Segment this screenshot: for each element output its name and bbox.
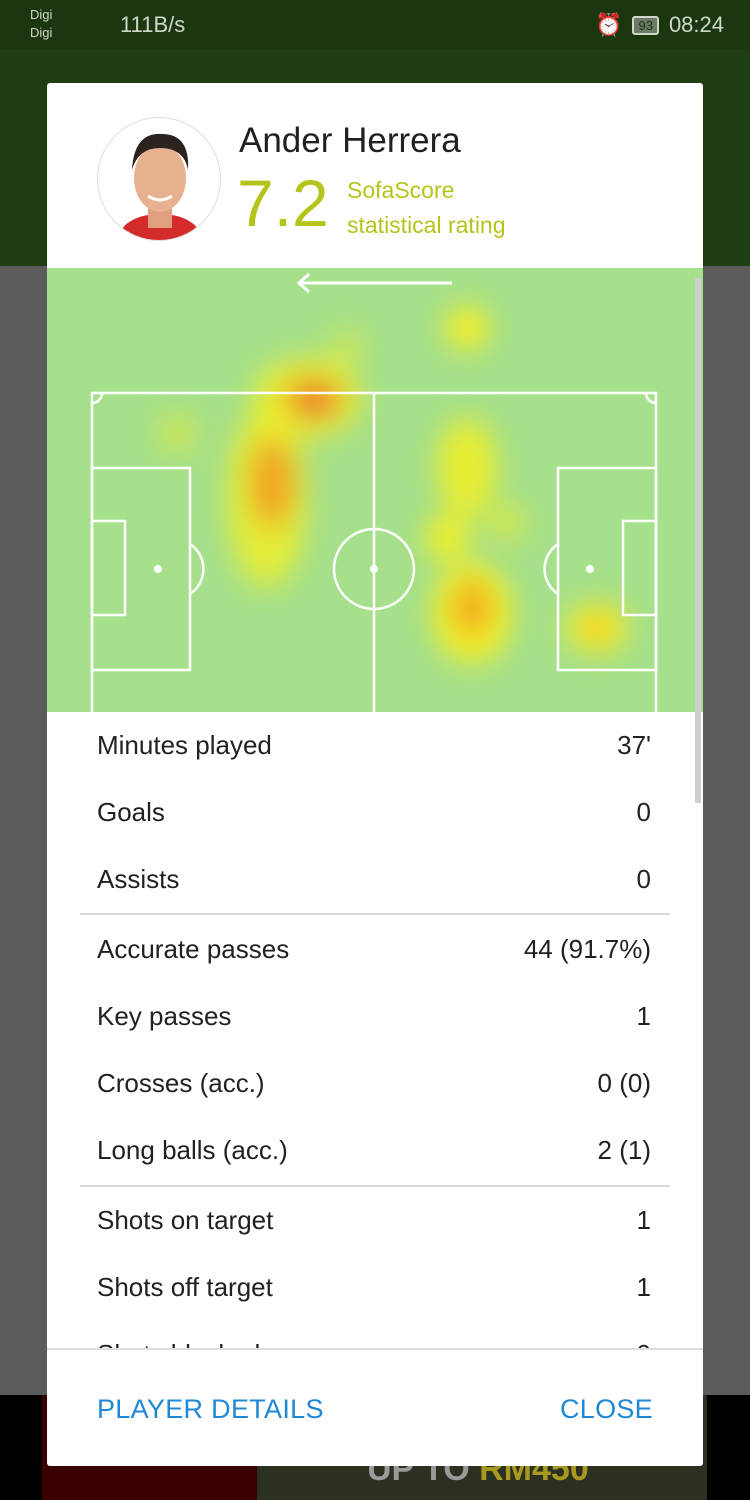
- battery-icon: 93: [632, 15, 659, 35]
- divider: [80, 1185, 670, 1187]
- network-speed: 111B/s: [120, 12, 186, 37]
- stat-label: Goals: [97, 797, 165, 827]
- player-details-button[interactable]: PLAYER DETAILS: [97, 1394, 324, 1425]
- close-button[interactable]: CLOSE: [560, 1394, 653, 1425]
- stat-label: Crosses (acc.): [97, 1068, 265, 1098]
- stat-label: Long balls (acc.): [97, 1135, 288, 1165]
- stat-value: 0: [636, 797, 651, 827]
- stat-value: 44 (91.7%): [523, 934, 651, 964]
- stat-value: 0: [636, 864, 651, 894]
- stats-list[interactable]: Minutes played 37' Goals 0 Assists 0 Accurate …: [47, 712, 703, 1348]
- stat-row: Assists 0: [97, 846, 651, 913]
- stat-label: Assists: [97, 864, 180, 894]
- carrier-1: Digi: [30, 7, 53, 22]
- stat-value: 0 (0): [597, 1068, 651, 1098]
- stat-row: Goals 0: [97, 779, 651, 846]
- arrow-left-icon: [296, 272, 452, 294]
- stat-value: 1: [636, 1205, 651, 1235]
- stat-row: Accurate passes 44 (91.7%): [97, 916, 651, 983]
- carrier-info: Digi Digi: [30, 6, 52, 42]
- stat-value: 1: [636, 1001, 651, 1031]
- stat-value: 0: [637, 1339, 651, 1348]
- stat-value: 37': [617, 730, 651, 760]
- rating-label-brand: SofaScore: [347, 177, 455, 203]
- stat-label: Minutes played: [97, 730, 272, 760]
- stat-row: Shots blocked 0: [97, 1321, 651, 1348]
- stat-label: Key passes: [97, 1001, 232, 1031]
- alarm-icon: ⏰: [595, 12, 623, 37]
- stat-row: Shots on target 1: [97, 1187, 651, 1254]
- player-name: Ander Herrera: [239, 121, 461, 160]
- stat-label: Shots blocked: [97, 1339, 260, 1348]
- rating-label: SofaScore statistical rating: [347, 173, 506, 243]
- stat-row: Crosses (acc.) 0 (0): [97, 1050, 651, 1117]
- stat-label: Shots on target: [97, 1205, 274, 1235]
- scrollbar[interactable]: [695, 278, 701, 803]
- player-rating: 7.2: [237, 166, 329, 240]
- clock: 08:24: [668, 12, 724, 37]
- stat-label: Shots off target: [97, 1272, 273, 1302]
- status-bar: Digi Digi 111B/s ⏰ 93 08:24: [0, 0, 750, 50]
- divider: [80, 913, 670, 915]
- stat-row: Minutes played 37': [97, 712, 651, 779]
- carrier-2: Digi: [30, 25, 53, 40]
- stat-value: 2 (1): [597, 1135, 651, 1165]
- rating-label-desc: statistical rating: [347, 212, 506, 238]
- stat-row: Key passes 1: [97, 983, 651, 1050]
- stat-label: Accurate passes: [97, 934, 290, 964]
- heatmap: [47, 268, 703, 746]
- player-avatar: [97, 117, 221, 241]
- stat-row: Shots off target 1: [97, 1254, 651, 1321]
- dialog-actions: PLAYER DETAILS CLOSE: [47, 1348, 703, 1466]
- stat-row: Long balls (acc.) 2 (1): [97, 1117, 651, 1184]
- stat-value: 1: [636, 1272, 651, 1302]
- player-stats-dialog: Ander Herrera 7.2 SofaScore statistical …: [47, 83, 703, 1466]
